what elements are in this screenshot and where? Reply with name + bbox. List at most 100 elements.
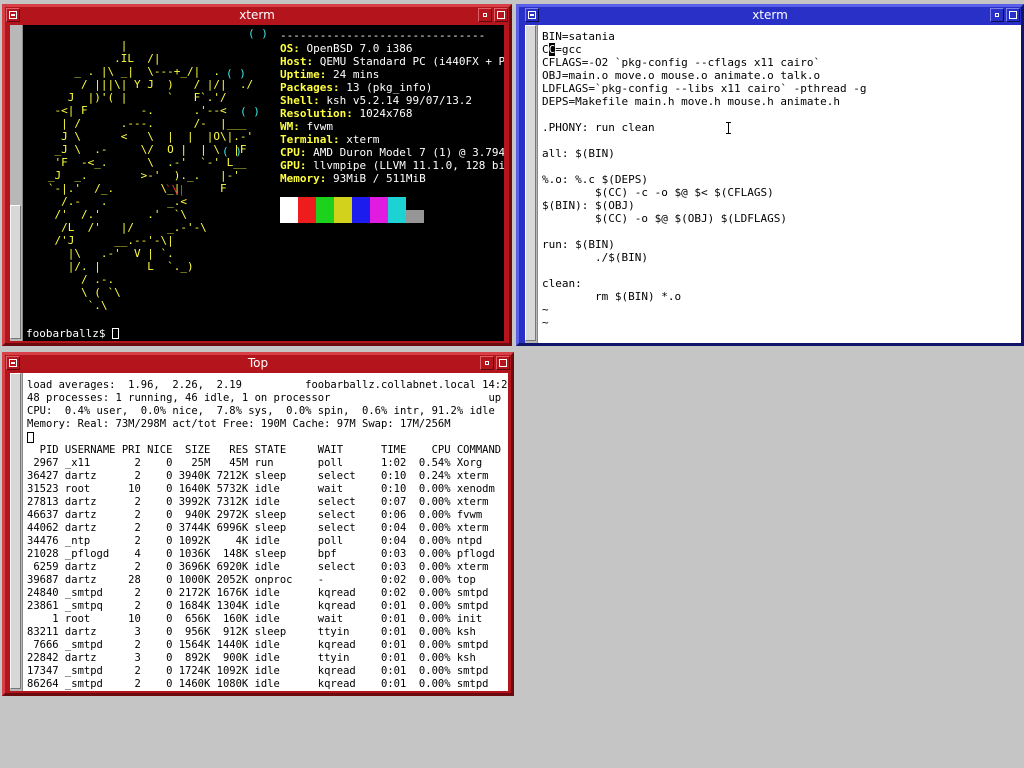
ascii-art-line: | / .---. /- |___: [28, 117, 247, 130]
info-value: 24 mins: [332, 68, 380, 81]
table-row: 27813 dartz 2 0 3992K 7312K idle select …: [27, 496, 489, 508]
makefile-content[interactable]: BIN=satania CC=gcc CFLAGS=-O2 `pkg-config …: [542, 30, 867, 329]
table-row: 86264 _smtpd 2 0 1460K 1080K idle kqread…: [27, 678, 489, 690]
terminal-area[interactable]: load averages: 1.96, 2.26, 2.19 foobarba…: [10, 373, 508, 691]
bubble-icon: ( ): [248, 27, 268, 40]
top-summary: load averages: 1.96, 2.26, 2.19 foobarba…: [27, 379, 508, 431]
minimize-icon[interactable]: [480, 356, 494, 370]
prompt-text: foobarballz$: [26, 327, 113, 340]
info-value: fvwm: [306, 120, 334, 133]
scrollbar[interactable]: [525, 25, 538, 343]
xterm-window-fetch[interactable]: xterm | .IL /| _ . |\ _| \---+_/| . / ||…: [2, 4, 512, 346]
info-value: 13 (pkg_info): [346, 81, 433, 94]
palette-swatch: [316, 197, 334, 223]
top-summary-line: load averages: 1.96, 2.26, 2.19 foobarba…: [27, 379, 508, 391]
info-key: Terminal:: [280, 133, 347, 146]
ascii-art-line: 'F -<_. \ .-' `-' L__: [28, 156, 247, 169]
maximize-icon[interactable]: [494, 8, 508, 22]
mouse-ibeam-cursor: [726, 122, 731, 134]
maximize-icon[interactable]: [496, 356, 510, 370]
scrollbar[interactable]: [10, 25, 23, 341]
text-cursor: [112, 328, 120, 339]
palette-swatch: [370, 197, 388, 223]
top-window[interactable]: Top load averages: 1.96, 2.26, 2.19 foob…: [2, 352, 514, 696]
makefile-line: DEPS=Makefile main.h move.h mouse.h anim…: [542, 95, 841, 108]
window-title: xterm: [239, 8, 275, 22]
terminal-area[interactable]: BIN=satania CC=gcc CFLAGS=-O2 `pkg-config …: [525, 25, 1021, 343]
info-key: GPU:: [280, 159, 314, 172]
makefile-line: [542, 134, 867, 147]
table-row: 6259 dartz 2 0 3696K 6920K idle select 0…: [27, 561, 489, 573]
makefile-line: ~: [542, 316, 549, 329]
info-key: CPU:: [280, 146, 314, 159]
top-summary-line: Memory: Real: 73M/298M act/tot Free: 190…: [27, 418, 451, 430]
ascii-art-line: |: [28, 39, 128, 52]
table-row: 44062 dartz 2 0 3744K 6996K sleep select…: [27, 522, 489, 534]
makefile-line: all: $(BIN): [542, 147, 615, 160]
xterm-window-makefile[interactable]: xterm BIN=satania CC=gcc CFLAGS=-O2 `pkg-c…: [516, 4, 1024, 346]
makefile-line: $(CC) -c -o $@ $< $(CFLAGS): [542, 186, 774, 199]
ascii-art-line: J \ < \ | | |O\|.-': [28, 130, 254, 143]
ascii-art-line: J |)'( | ` F`.'/: [28, 91, 227, 104]
ascii-art-line: / .-.: [28, 273, 115, 286]
info-value: -------------------------------: [280, 29, 486, 42]
info-value: 1024x768: [359, 107, 413, 120]
system-info-line: GPU: llvmpipe (LLVM 11.1.0, 128 bits): [280, 159, 504, 172]
table-row: 24840 _smtpd 2 0 2172K 1676K idle kqread…: [27, 587, 489, 599]
makefile-line: rm $(BIN) *.o: [542, 290, 682, 303]
ascii-art-line: |/. | L `._): [28, 260, 194, 273]
terminal-area[interactable]: | .IL /| _ . |\ _| \---+_/| . / |||\| Y …: [10, 25, 504, 341]
table-row: 36427 dartz 2 0 3940K 7212K sleep select…: [27, 470, 489, 482]
makefile-line: $(BIN): $(OBJ): [542, 199, 635, 212]
ascii-art-line: `-|.' /_. \_| F: [28, 182, 227, 195]
makefile-line: ~: [542, 303, 549, 316]
ascii-art-line: /.- . _.<: [28, 195, 187, 208]
title-bar[interactable]: xterm: [5, 7, 509, 23]
table-row: 17347 _smtpd 2 0 1724K 1092K idle kqread…: [27, 665, 489, 677]
ascii-art-line: / |||\| Y J ) / |/| ./: [28, 78, 254, 91]
scrollbar-thumb[interactable]: [10, 373, 21, 689]
ascii-art-eyes: `\|: [165, 183, 185, 196]
info-value: llvmpipe (LLVM 11.1.0, 128 bits): [313, 159, 504, 172]
info-key: WM:: [280, 120, 307, 133]
makefile-line: [542, 108, 867, 121]
minimize-icon[interactable]: [478, 8, 492, 22]
makefile-line: [542, 160, 867, 173]
bubble-icon: ( ): [222, 145, 242, 158]
info-key: Memory:: [280, 172, 333, 185]
palette-swatch: [388, 197, 406, 223]
makefile-line: LDFLAGS=`pkg-config --libs x11 cairo` -p…: [542, 82, 867, 95]
system-info-line: Packages: 13 (pkg_info): [280, 81, 504, 94]
minimize-icon[interactable]: [990, 8, 1004, 22]
system-info-line: WM: fvwm: [280, 120, 504, 133]
bubble-icon: ( ): [240, 105, 260, 118]
system-info-line: Memory: 93MiB / 511MiB: [280, 172, 504, 185]
title-bar[interactable]: xterm: [519, 7, 1021, 23]
ascii-art-line: /L /' |/ _.-'-\: [28, 221, 207, 234]
ascii-art-line: _J _. >-' )._. |-': [28, 169, 240, 182]
title-bar[interactable]: Top: [5, 355, 511, 371]
table-row: 34476 _ntp 2 0 1092K 4K idle poll 0:04 0…: [27, 535, 483, 547]
maximize-icon[interactable]: [1006, 8, 1020, 22]
ascii-art-line: /'J __.--'-\|: [28, 234, 174, 247]
table-row: 2967 _x11 2 0 25M 45M run poll 1:02 0.54…: [27, 457, 483, 469]
scrollbar[interactable]: [10, 373, 23, 691]
top-summary-line: CPU: 0.4% user, 0.0% nice, 7.8% sys, 0.0…: [27, 405, 495, 417]
info-value: 93MiB / 511MiB: [332, 172, 426, 185]
table-row: 39687 dartz 28 0 1000K 2052K onproc - 0:…: [27, 574, 476, 586]
system-info-line: Host: QEMU Standard PC (i440FX + PIIX: [280, 55, 504, 68]
info-key: Shell:: [280, 94, 327, 107]
table-row: 22842 dartz 3 0 892K 900K idle ttyin 0:0…: [27, 652, 476, 664]
palette-swatch: [352, 197, 370, 223]
text-cursor: [27, 432, 34, 443]
info-key: Resolution:: [280, 107, 360, 120]
info-value: xterm: [346, 133, 380, 146]
makefile-line: $(CC) -o $@ $(OBJ) $(LDFLAGS): [542, 212, 788, 225]
window-title: xterm: [752, 8, 788, 22]
makefile-line: CFLAGS=-O2 `pkg-config --cflags x11 cair…: [542, 56, 821, 69]
scrollbar-thumb[interactable]: [10, 205, 21, 339]
ascii-art-line: `.\: [28, 299, 115, 312]
system-info-line: Resolution: 1024x768: [280, 107, 504, 120]
shell-prompt[interactable]: foobarballz$: [26, 327, 120, 340]
scrollbar-thumb[interactable]: [525, 25, 536, 341]
